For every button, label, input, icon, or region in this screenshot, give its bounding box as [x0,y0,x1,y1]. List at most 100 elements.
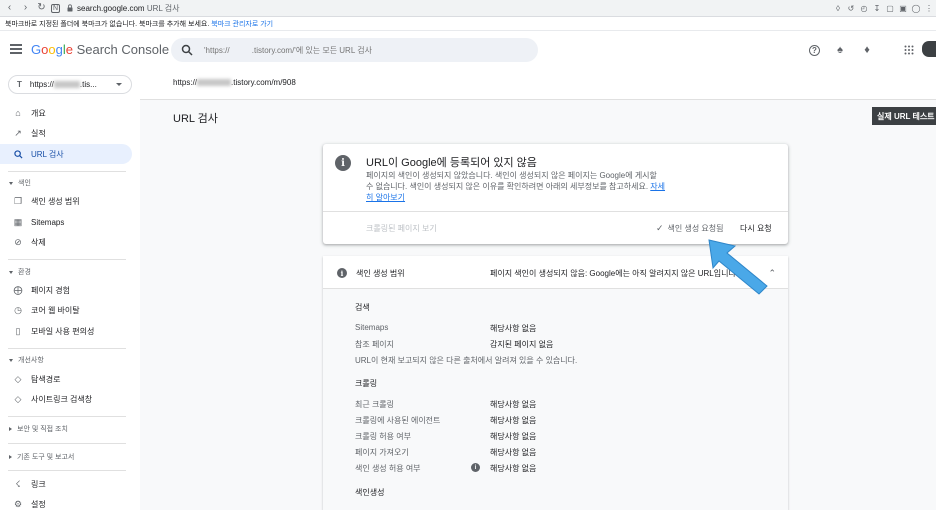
address-bar[interactable]: search.google.com URL 검사 [66,3,179,14]
sidebar-item-mobile-usability[interactable]: ▯ 모바일 사용 편의성 [0,321,132,341]
phone-icon: ▯ [15,325,21,336]
sidebar-item-label: 페이지 경험 [31,285,71,295]
lock-icon [67,4,73,12]
translate-icon[interactable]: ◊ [833,2,843,14]
section-index[interactable]: 색인 [9,178,31,188]
inspected-url-bar: https:// .tistory.com/m/908 [140,69,936,100]
section-security[interactable]: 보안 및 직접 조치 [9,424,68,434]
property-prefix: https:// [29,80,54,89]
crawl-agent-label: 크롤링에 사용된 에이전트 [355,416,441,425]
apps-grid-icon[interactable] [902,43,916,57]
sitemaps-label: Sitemaps [355,323,389,332]
crawl-allowed-value: 해당사항 없음 [490,432,537,441]
live-test-button[interactable]: 실제 URL 테스트 [872,107,936,125]
sidebar-item-label: URL 검사 [31,149,64,159]
layers-icon: ◇ [14,393,22,404]
page-title: URL 검사 [173,113,218,125]
discovery-heading: 검색 [355,303,370,312]
share-icon[interactable]: ↺ [846,2,856,14]
reload-icon[interactable]: ↻ [35,2,48,15]
search-icon [181,44,193,56]
sidebar-item-removals[interactable]: ⊘ 삭제 [0,232,132,252]
url-inspect-search[interactable] [171,38,538,62]
sitemaps-value: 해당사항 없음 [490,324,537,333]
property-selector[interactable]: T https:// .tis... [8,75,132,94]
sidebar-item-label: 사이트링크 검색창 [31,394,93,404]
discovery-note: URL이 현재 보고되지 않은 다른 출처에서 알려져 있을 수 있습니다. [355,356,578,365]
speed-icon: ◷ [14,304,22,315]
extensions-icon[interactable]: ▢ [885,2,895,14]
account-avatar[interactable] [922,41,936,57]
sidebar-item-links[interactable]: ☇ 링크 [0,474,132,494]
sidebar-item-url-inspection[interactable]: URL 검사 [0,144,132,164]
search-console-logo[interactable]: Google Search Console [31,42,169,57]
view-crawled-page-button[interactable]: 크롤링된 페이지 보기 [366,223,437,234]
sidebar-item-sitelinks-searchbox[interactable]: ◇ 사이트링크 검색창 [0,389,132,409]
sidebar-item-label: 모바일 사용 편의성 [31,326,95,336]
notifications-icon[interactable]: ♦ [860,43,874,57]
trending-up-icon: ↗ [14,127,22,138]
back-icon[interactable]: ‹ [3,2,16,15]
request-again-button[interactable]: 다시 요청 [740,223,772,234]
main-content: https:// .tistory.com/m/908 URL 검사 실제 URL… [140,69,936,510]
section-experience[interactable]: 환경 [9,267,31,277]
bookmark-manager-link[interactable]: 북마크 관리자로 가기 [211,19,273,29]
plus-circle-icon: ⨁ [13,284,23,295]
download-icon[interactable]: ↧ [872,2,882,14]
sidebar-item-label: 링크 [31,479,46,489]
property-suffix: .tis... [79,80,97,89]
indexing-heading: 색인생성 [355,488,385,497]
crawl-agent-value: 해당사항 없음 [490,416,537,425]
crawl-allowed-label: 크롤링 허용 여부 [355,432,411,441]
sidebar-item-core-web-vitals[interactable]: ◷ 코어 웹 바이탈 [0,300,132,320]
last-crawl-value: 해당사항 없음 [490,400,537,409]
app-header: Google Search Console ? ♠ ♦ [0,31,936,69]
search-input[interactable] [204,45,524,55]
sidebar-item-sitemaps[interactable]: ▦ Sitemaps [0,212,132,232]
sitemap-icon: ▦ [13,216,23,227]
sidebar-item-label: Sitemaps [31,217,65,227]
sidebar-item-overview[interactable]: ⌂ 개요 [0,103,132,123]
info-icon[interactable]: i [471,463,480,472]
network-icon: ☇ [15,478,21,489]
inspected-url-prefix: https:// [173,78,198,87]
sidebar-item-breadcrumbs[interactable]: ◇ 탐색경로 [0,369,132,389]
section-legacy[interactable]: 기존 도구 및 보고서 [9,452,74,462]
tab-search-icon[interactable]: N [51,3,60,13]
sidebar: T https:// .tis... ⌂ 개요 ↗ 실적 URL 검사 색인 ❐ … [0,69,140,510]
visibility-off-icon: ⊘ [14,236,22,247]
help-icon[interactable]: ? [809,44,820,56]
page-fetch-value: 해당사항 없음 [490,448,537,457]
url-path: URL 검사 [146,3,180,13]
sidebar-item-label: 코어 웹 바이탈 [31,305,80,315]
bookmark-message: 북마크바로 지정된 폴더에 북마크가 없습니다. 북마크를 추가해 보세요. [5,20,210,28]
sidebar-item-settings[interactable]: ⚙ 설정 [0,494,132,510]
section-enhancements[interactable]: 개선사항 [9,355,44,365]
manage-users-icon[interactable]: ♠ [833,43,847,57]
profile-icon[interactable]: ◯ [911,2,921,14]
layers-icon: ◇ [14,373,22,384]
referring-page-value: 감지된 페이지 없음 [490,340,554,349]
history-icon[interactable]: ◴ [859,2,869,14]
sidebar-item-performance[interactable]: ↗ 실적 [0,123,132,143]
sidebar-item-label: 실적 [31,128,46,138]
sidebar-item-page-experience[interactable]: ⨁ 페이지 경험 [0,280,132,300]
sidebar-item-label: 탐색경로 [31,374,61,384]
page-fetch-label: 페이지 가져오기 [355,448,409,457]
screen-capture-icon[interactable]: ▣ [898,2,908,14]
main-menu-icon[interactable] [10,44,22,54]
inspected-url-suffix: .tistory.com/m/908 [231,78,296,87]
forward-icon[interactable]: › [19,2,32,15]
coverage-details: 검색 Sitemaps 해당사항 없음 참조 페이지 감지된 페이지 없음 UR… [323,289,788,510]
home-icon: ⌂ [15,108,21,118]
sidebar-item-coverage[interactable]: ❐ 색인 생성 범위 [0,191,132,211]
sidebar-item-label: 개요 [31,108,46,118]
page-body: URL 검사 실제 URL 테스트 i URL이 Google에 등록되어 있지… [140,100,936,510]
sidebar-item-label: 설정 [31,499,46,509]
bookmark-bar: 북마크바로 지정된 폴더에 북마크가 없습니다. 북마크를 추가해 보세요. 북… [0,17,936,31]
menu-icon[interactable]: ⋮ [924,2,934,14]
search-icon [13,149,23,159]
browser-toolbar: ‹ › ↻ N search.google.com URL 검사 ◊ ↺ ◴ ↧… [0,0,936,17]
property-type-icon: T [17,80,22,89]
index-status-card: i URL이 Google에 등록되어 있지 않음 페이지의 색인이 생성되지 … [323,144,788,244]
